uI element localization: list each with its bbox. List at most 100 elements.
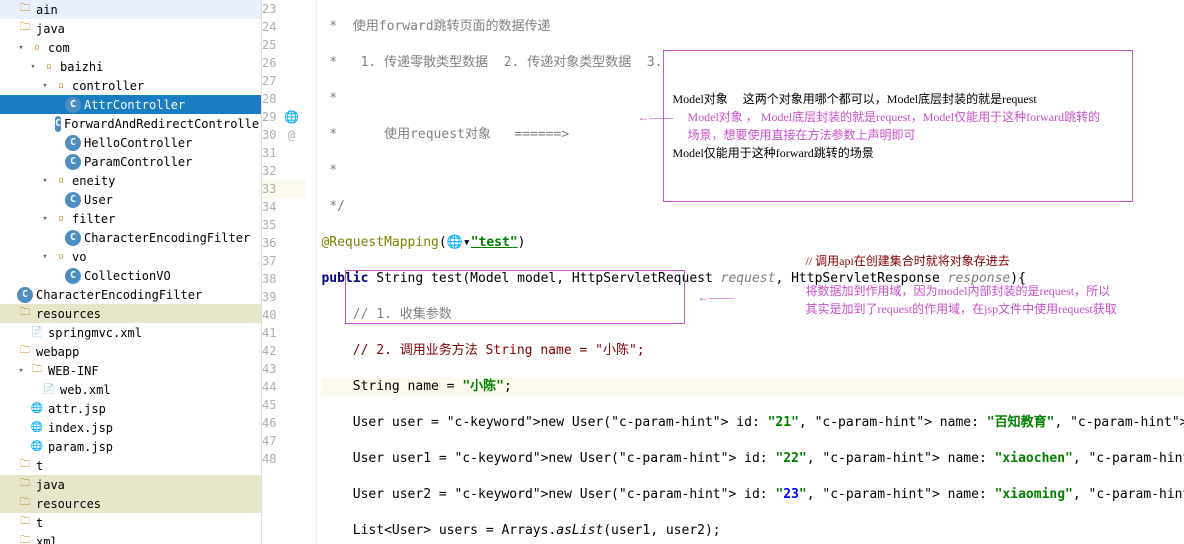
tree-label: filter — [72, 212, 115, 226]
tree-label: attr.jsp — [48, 402, 106, 416]
code-content[interactable]: * 使用forward跳转页面的数据传递 * 1. 传递零散类型数据 2. 传递… — [317, 0, 1184, 544]
line-number: 32 — [262, 162, 276, 180]
tree-item-baizhi[interactable]: ▾▫baizhi — [0, 57, 261, 76]
class-icon: C — [65, 268, 81, 284]
tree-item-t[interactable]: 🗀t — [0, 456, 261, 475]
line-number: 45 — [262, 396, 276, 414]
tree-item-characterencodingfilter[interactable]: CCharacterEncodingFilter — [0, 228, 261, 247]
tree-item-index-jsp[interactable]: 🌐index.jsp — [0, 418, 261, 437]
tree-item-attr-jsp[interactable]: 🌐attr.jsp — [0, 399, 261, 418]
line-number: 28 — [262, 90, 276, 108]
class-icon: C — [65, 154, 81, 170]
comment: * — [321, 163, 337, 178]
class-icon: C — [55, 116, 61, 132]
tree-item-com[interactable]: ▾▫com — [0, 38, 261, 57]
tree-label: springmvc.xml — [48, 326, 142, 340]
package-icon: ▫ — [53, 78, 69, 94]
tree-label: webapp — [36, 345, 79, 359]
tree-label: t — [36, 516, 43, 530]
folder-icon: 🗀 — [17, 534, 33, 544]
tree-label: t — [36, 459, 43, 473]
tree-item-eneity[interactable]: ▾▫eneity — [0, 171, 261, 190]
tree-label: User — [84, 193, 113, 207]
line-number: 46 — [262, 414, 276, 432]
annotation-arrow-text: ←—— — [637, 108, 673, 126]
line-number: 47 — [262, 432, 276, 450]
line-number: 23 — [262, 0, 276, 18]
annotation-text: 其实是加到了request的作用域，在jsp文件中使用request获取 — [805, 300, 1116, 318]
tree-label: index.jsp — [48, 421, 113, 435]
line-number: 34 — [262, 198, 276, 216]
tree-item-filter[interactable]: ▾▫filter — [0, 209, 261, 228]
line-number: 26 — [262, 54, 276, 72]
class-icon: C — [65, 135, 81, 151]
tree-label: vo — [72, 250, 86, 264]
tree-item-web-inf[interactable]: ▾🗀WEB-INF — [0, 361, 261, 380]
tree-item-resources[interactable]: 🗀resources — [0, 304, 261, 323]
tree-label: HelloController — [84, 136, 192, 150]
class-icon: C — [65, 97, 81, 113]
folder-icon: 🗀 — [17, 2, 33, 18]
tree-item-ain[interactable]: 🗀ain — [0, 0, 261, 19]
string: "test" — [471, 235, 518, 250]
line-number: 29 — [262, 108, 276, 126]
tree-item-user[interactable]: CUser — [0, 190, 261, 209]
tree-label: CharacterEncodingFilter — [36, 288, 202, 302]
tree-item-web-xml[interactable]: 📄web.xml — [0, 380, 261, 399]
tree-item-characterencodingfilter[interactable]: CCharacterEncodingFilter — [0, 285, 261, 304]
tree-label: controller — [72, 79, 144, 93]
line-number: 36 — [262, 234, 276, 252]
line-number: 33 — [262, 180, 276, 198]
tree-item-hellocontroller[interactable]: CHelloController — [0, 133, 261, 152]
tree-label: java — [36, 22, 65, 36]
class-icon: C — [17, 287, 33, 303]
file-icon: 📄 — [29, 325, 45, 341]
tree-label: resources — [36, 307, 101, 321]
tree-item-t[interactable]: 🗀t — [0, 513, 261, 532]
tree-item-paramcontroller[interactable]: CParamController — [0, 152, 261, 171]
tree-item-param-jsp[interactable]: 🌐param.jsp — [0, 437, 261, 456]
html-icon: 🌐 — [29, 401, 45, 417]
tree-label: param.jsp — [48, 440, 113, 454]
tree-label: CollectionVO — [84, 269, 171, 283]
tree-label: com — [48, 41, 70, 55]
package-icon: ▫ — [29, 40, 45, 56]
annotation-text: 场景，想要使用直接在方法参数上声明即可 — [687, 126, 915, 144]
tree-item-java[interactable]: 🗀java — [0, 475, 261, 494]
tree-label: xml — [36, 535, 58, 544]
tree-item-webapp[interactable]: 🗀webapp — [0, 342, 261, 361]
tree-label: ForwardAndRedirectController — [64, 117, 262, 131]
annotation-text: 将数据加到作用域，因为model内部封装的是request，所以 — [805, 282, 1110, 300]
package-icon: ▫ — [41, 59, 57, 75]
tree-label: java — [36, 478, 65, 492]
line-number: 48 — [262, 450, 276, 468]
tree-label: web.xml — [60, 383, 111, 397]
tree-item-resources[interactable]: 🗀resources — [0, 494, 261, 513]
folder-icon: 🗀 — [17, 344, 33, 360]
tree-item-collectionvo[interactable]: CCollectionVO — [0, 266, 261, 285]
html-icon: 🌐 — [29, 439, 45, 455]
tree-item-attrcontroller[interactable]: CAttrController — [0, 95, 261, 114]
tree-item-forwardandredirectcontroller[interactable]: CForwardAndRedirectController — [0, 114, 261, 133]
annotation-text: Model对象 ， Model底层封装的就是request，Model仅能用于这… — [687, 108, 1100, 126]
line-number: 27 — [262, 72, 276, 90]
comment: * 使用request对象 ======> — [321, 127, 569, 142]
folder-icon: 🗀 — [17, 477, 33, 493]
tree-item-springmvc-xml[interactable]: 📄springmvc.xml — [0, 323, 261, 342]
line-number: 38 — [262, 270, 276, 288]
file-icon: 📄 — [41, 382, 57, 398]
tree-item-vo[interactable]: ▾▫vo — [0, 247, 261, 266]
line-number: 44 — [262, 378, 276, 396]
tree-item-xml[interactable]: 🗀xml — [0, 532, 261, 544]
code-editor[interactable]: 23242526272829🌐30@3132333435363738394041… — [262, 0, 1184, 544]
tree-item-controller[interactable]: ▾▫controller — [0, 76, 261, 95]
comment: */ — [321, 199, 344, 214]
folder-icon: 🗀 — [29, 363, 45, 379]
tree-label: baizhi — [60, 60, 103, 74]
project-tree[interactable]: 🗀ain🗀java▾▫com▾▫baizhi▾▫controllerCAttrC… — [0, 0, 262, 544]
line-number: 25 — [262, 36, 276, 54]
tree-item-java[interactable]: 🗀java — [0, 19, 261, 38]
folder-icon: 🗀 — [17, 458, 33, 474]
highlight-box — [345, 270, 685, 324]
folder-icon: 🗀 — [17, 21, 33, 37]
